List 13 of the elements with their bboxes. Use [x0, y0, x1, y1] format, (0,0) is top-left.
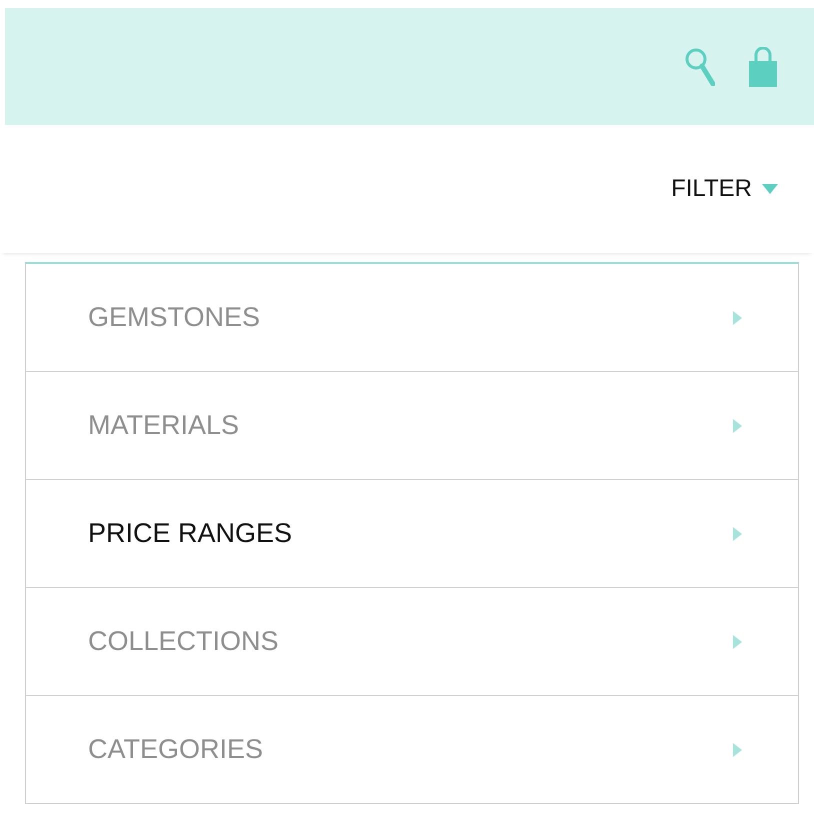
chevron-right-icon [733, 310, 742, 324]
menu-item[interactable]: COLLECTIONS [26, 587, 798, 695]
shopping-bag-icon[interactable] [748, 46, 778, 86]
menu-item[interactable]: CATEGORIES [26, 695, 798, 803]
menu-item[interactable]: GEMSTONES [26, 264, 798, 371]
chevron-right-icon [733, 634, 742, 648]
menu-item[interactable]: MATERIALS [26, 371, 798, 479]
chevron-right-icon [733, 526, 742, 540]
search-icon[interactable] [685, 48, 715, 86]
menu-item[interactable]: PRICE RANGES [26, 479, 798, 587]
filter-button[interactable]: FILTER [671, 175, 778, 203]
chevron-right-icon [733, 418, 742, 432]
chevron-right-icon [733, 742, 742, 756]
